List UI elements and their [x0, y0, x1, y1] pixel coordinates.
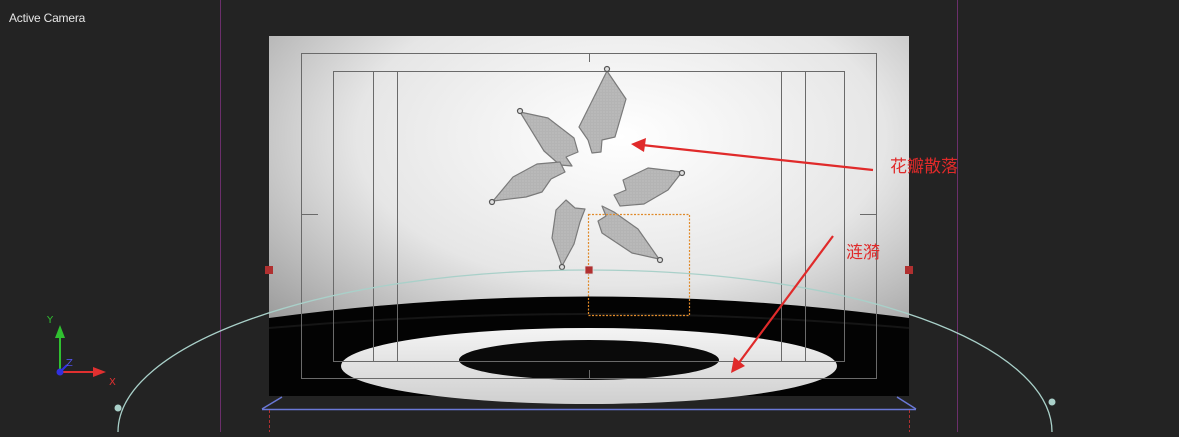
- handle-center[interactable]: [584, 265, 594, 275]
- gizmo-origin: [56, 368, 64, 376]
- x-axis-arrow-icon: [93, 367, 106, 377]
- 3d-viewport[interactable]: Y X Z Active Camera 花瓣散落 涟漪: [0, 0, 1179, 433]
- handle-right[interactable]: [905, 266, 913, 274]
- ring-handle-left[interactable]: [114, 404, 122, 412]
- handle-left[interactable]: [265, 266, 273, 274]
- annotation-ripple: 涟漪: [846, 243, 880, 263]
- y-axis-label: Y: [46, 315, 54, 326]
- viewport-label: Active Camera: [9, 11, 86, 25]
- z-axis-label: Z: [66, 358, 73, 369]
- ring-handle-right[interactable]: [1048, 398, 1056, 406]
- camera-frame: [268, 36, 910, 404]
- axis-gizmo: Y X Z: [46, 315, 116, 388]
- annotation-petals: 花瓣散落: [890, 157, 958, 177]
- y-axis-arrow-icon: [55, 325, 65, 338]
- viewport-canvas[interactable]: Y X Z: [0, 0, 1179, 433]
- x-axis-label: X: [109, 377, 116, 388]
